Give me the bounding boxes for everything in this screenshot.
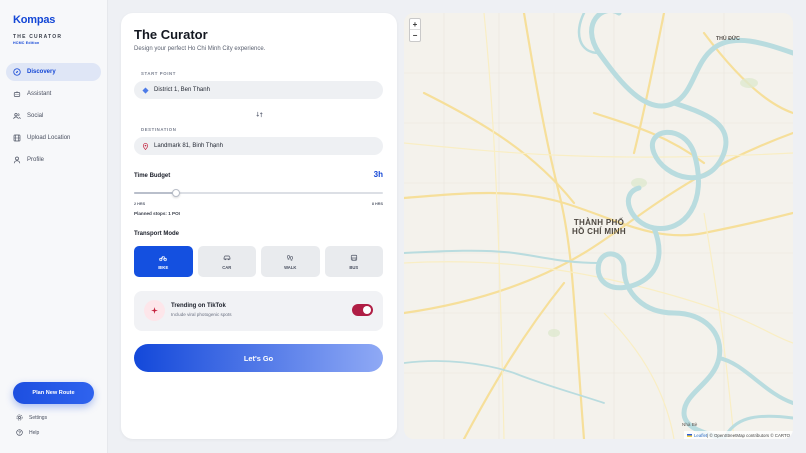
slider-handle[interactable] [171, 189, 180, 197]
map-view[interactable]: + − THỦ ĐỨC THÀNH PHỐ HỒ CHÍ MINH Nhà Bè… [404, 13, 793, 439]
brand-subtitle: THE CURATOR [13, 34, 63, 40]
zoom-in-button[interactable]: + [410, 19, 420, 30]
sidebar-item-discovery[interactable]: Discovery [6, 63, 101, 81]
location-pin-icon [142, 142, 149, 150]
brand-logo[interactable]: Kompas [13, 14, 55, 26]
sidebar-item-label: Profile [27, 157, 45, 163]
settings-link[interactable]: Settings [16, 414, 47, 421]
slider-min-label: 2 HRS [134, 202, 146, 206]
sidebar-item-upload-location[interactable]: Upload Location [6, 129, 101, 147]
map-label-thu-duc: THỦ ĐỨC [716, 36, 740, 42]
transport-label: BUS [349, 264, 359, 270]
transport-walk-button[interactable]: WALK [261, 246, 320, 277]
transport-car-button[interactable]: CAR [197, 246, 256, 277]
trending-subtitle: Include viral photogenic spots [171, 312, 232, 317]
compass-icon [13, 68, 21, 76]
time-budget-slider[interactable] [134, 189, 383, 197]
sidebar-item-label: Upload Location [27, 135, 71, 141]
time-budget-value: 3h [373, 170, 383, 179]
transport-mode-title: Transport Mode [134, 231, 180, 237]
transport-label: WALK [284, 264, 297, 270]
transport-label: CAR [222, 264, 232, 270]
city-line-1: THÀNH PHỐ [573, 218, 625, 227]
transport-label: BIKE [158, 264, 169, 270]
attribution-text: | © OpenStreetMap contributors © CARTO [707, 432, 790, 438]
lets-go-button[interactable]: Let's Go [134, 344, 383, 372]
start-point-label: START POINT [141, 71, 176, 76]
swap-locations-button[interactable] [253, 108, 265, 120]
sidebar-item-label: Assistant [27, 91, 52, 97]
bike-icon [159, 255, 168, 261]
leaflet-link[interactable]: Leaflet [694, 433, 707, 438]
bus-icon [350, 254, 357, 261]
trending-title: Trending on TikTok [171, 303, 226, 309]
destination-input[interactable]: Landmark 81, Binh Thạnh [134, 137, 383, 155]
start-point-value: District 1, Ben Thanh [154, 87, 210, 93]
sidebar-item-social[interactable]: Social [6, 107, 101, 125]
sidebar-item-label: Social [27, 113, 44, 119]
users-icon [13, 113, 21, 120]
page-subtitle: Design your perfect Ho Chi Minh City exp… [134, 46, 266, 52]
car-icon [223, 255, 231, 260]
map-label-nha-be: Nhà Bè [682, 422, 698, 427]
zoom-out-button[interactable]: − [410, 30, 420, 41]
sparkle-icon [144, 300, 165, 321]
help-icon [16, 429, 23, 436]
transport-bus-button[interactable]: BUS [324, 246, 383, 277]
help-label: Help [29, 429, 40, 436]
walk-icon [287, 254, 294, 261]
destination-value: Landmark 81, Binh Thạnh [154, 143, 223, 149]
trending-toggle[interactable] [352, 304, 373, 316]
start-point-input[interactable]: District 1, Ben Thanh [134, 81, 383, 99]
sidebar-item-assistant[interactable]: Assistant [6, 85, 101, 103]
map-label-city: THÀNH PHỐ HỒ CHÍ MINH [572, 218, 626, 236]
sidebar-nav: Discovery Assistant Social Upload Locati… [6, 63, 101, 173]
zoom-control: + − [409, 18, 421, 42]
route-planner-panel: The Curator Design your perfect Ho Chi M… [121, 13, 397, 439]
flag-icon [686, 433, 692, 437]
person-icon [13, 156, 21, 164]
planned-stops: Planned stops: 1 POI [134, 211, 180, 216]
sidebar: Kompas THE CURATOR HCMC Edition Discover… [0, 0, 108, 453]
gear-icon [16, 414, 23, 421]
trending-tiktok-card: Trending on TikTok Include viral photoge… [134, 291, 383, 331]
time-budget-title: Time Budget [134, 173, 171, 179]
plan-new-route-button[interactable]: Plan New Route [13, 382, 94, 404]
help-link[interactable]: Help [16, 429, 39, 436]
slider-fill [134, 192, 176, 194]
slider-max-label: 8 HRS [371, 202, 383, 206]
settings-label: Settings [29, 414, 48, 421]
transport-bike-button[interactable]: BIKE [134, 246, 193, 277]
destination-label: DESTINATION [141, 127, 177, 132]
robot-icon [13, 91, 21, 97]
edition-label: HCMC Edition [13, 41, 40, 45]
swap-icon [255, 111, 263, 117]
map-attribution: Leaflet | © OpenStreetMap contributors ©… [683, 431, 793, 439]
transport-mode-group: BIKE CAR WALK BUS [134, 246, 383, 277]
sidebar-item-profile[interactable]: Profile [6, 151, 101, 169]
film-icon [13, 134, 21, 142]
page-title: The Curator [134, 27, 208, 42]
sidebar-item-label: Discovery [27, 69, 56, 75]
diamond-icon [142, 86, 149, 94]
city-line-2: HỒ CHÍ MINH [572, 227, 626, 236]
